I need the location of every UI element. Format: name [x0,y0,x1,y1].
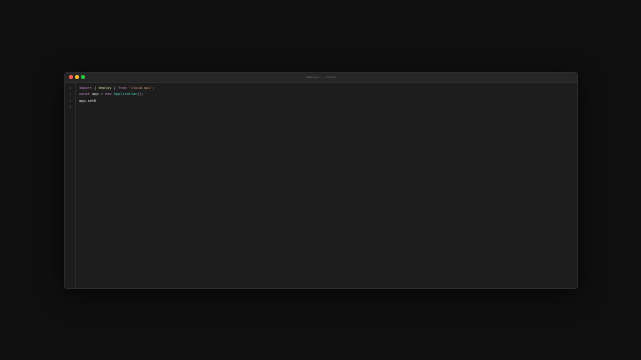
line-number: 4 [69,105,71,109]
code-token: import [79,85,92,90]
code-token: 'cloud-api' [126,85,153,90]
code-token: Application [111,92,138,96]
code-token: deploy [98,85,112,90]
code-editor[interactable]: 1 2 3 4 import { deploy } from 'cloud-ap… [65,83,577,288]
code-token: from [117,85,127,90]
editor-window: deploy.js — ~/src/cli 1 2 3 4 import { d… [64,72,578,289]
code-token: ; [152,85,155,90]
line-number-gutter: 1 2 3 4 [65,83,76,288]
code-token: app.setR [79,98,97,103]
code-token: const [79,92,90,96]
code-line-3: app.setR [79,98,96,105]
code-token: (); [137,92,144,96]
window-title: deploy.js — ~/src/cli [305,75,337,79]
title-bar[interactable]: deploy.js — ~/src/cli [65,73,577,83]
